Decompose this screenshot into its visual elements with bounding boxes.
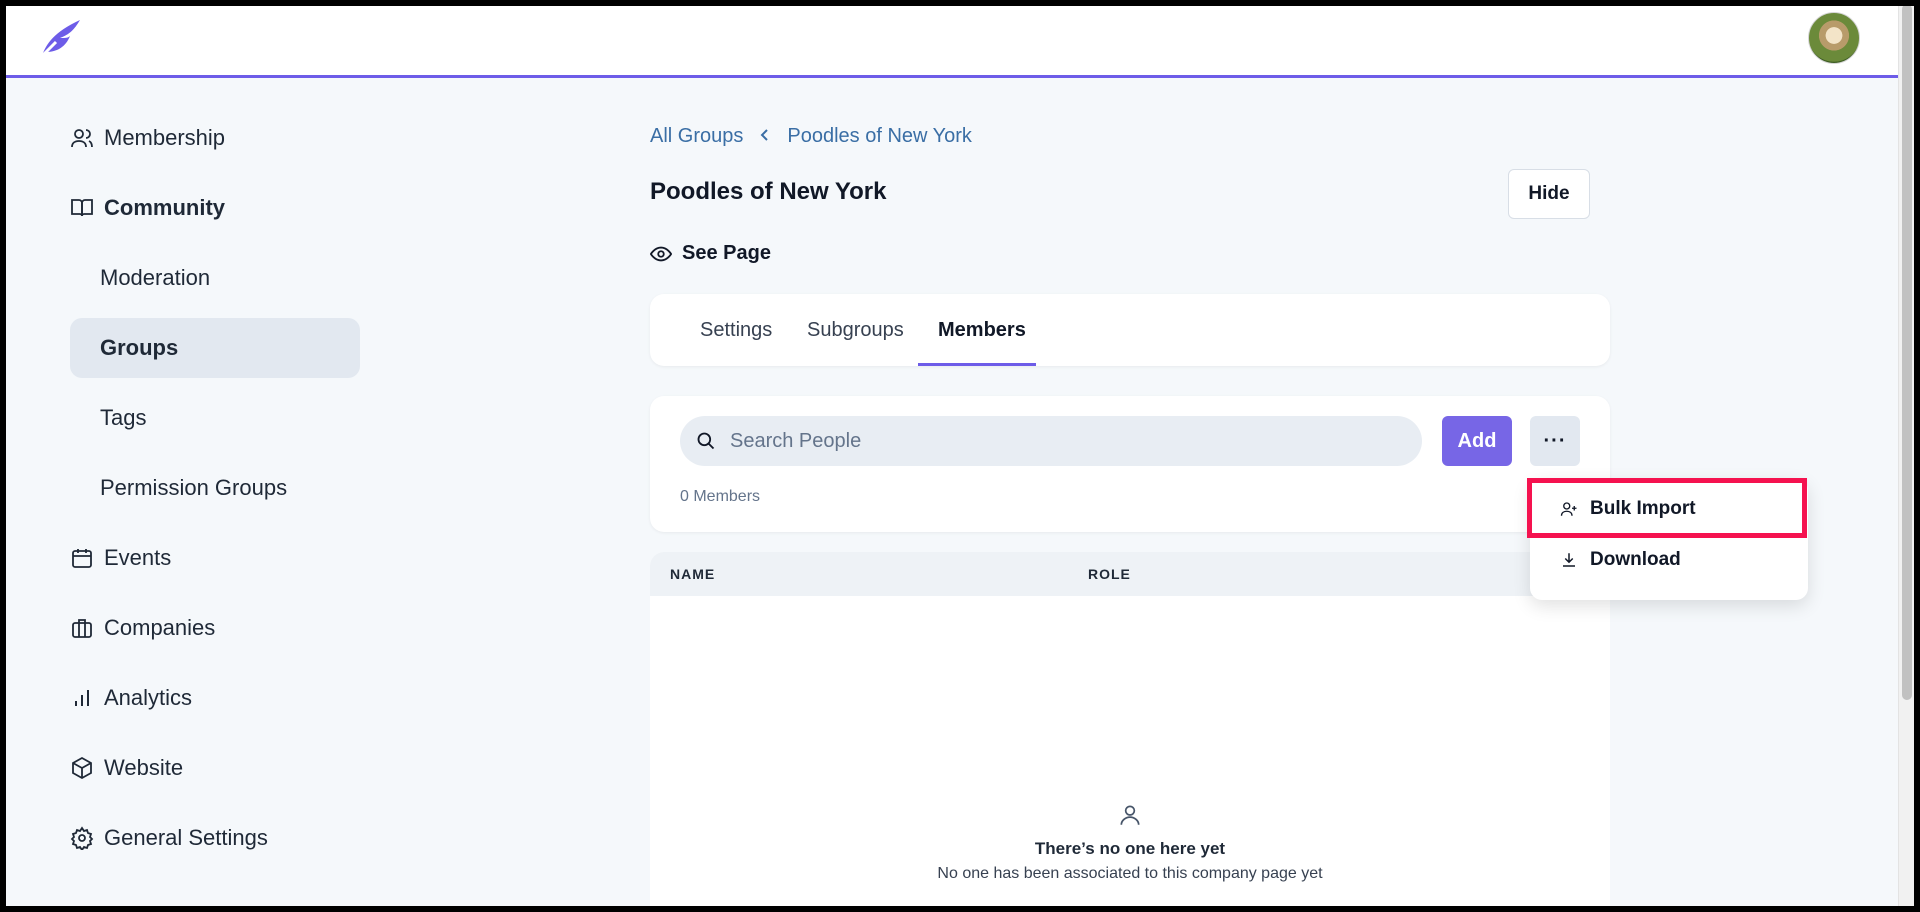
see-page-link[interactable]: See Page bbox=[650, 242, 771, 265]
hide-button[interactable]: Hide bbox=[1508, 169, 1590, 219]
menu-item-label: Bulk Import bbox=[1590, 498, 1696, 519]
tab-bar: Settings Subgroups Members bbox=[650, 294, 1610, 366]
user-icon bbox=[1117, 802, 1143, 828]
sidebar-item-label: Community bbox=[104, 195, 225, 220]
table-header: NAME ROLE bbox=[650, 552, 1610, 596]
members-table: NAME ROLE There’s no one here yet No one… bbox=[650, 552, 1610, 912]
sidebar-item-tags[interactable]: Tags bbox=[70, 388, 360, 448]
column-header-role[interactable]: ROLE bbox=[1088, 566, 1131, 582]
feather-logo-icon[interactable] bbox=[36, 16, 84, 60]
sidebar-item-moderation[interactable]: Moderation bbox=[70, 248, 360, 308]
sidebar-item-groups[interactable]: Groups bbox=[70, 318, 360, 378]
scrollbar-thumb[interactable] bbox=[1902, 4, 1912, 700]
column-header-name[interactable]: NAME bbox=[670, 566, 715, 582]
more-options-button[interactable]: ··· bbox=[1530, 416, 1580, 466]
empty-state: There’s no one here yet No one has been … bbox=[650, 802, 1610, 883]
active-tab-indicator bbox=[918, 363, 1036, 366]
sidebar-item-label: Permission Groups bbox=[100, 475, 288, 500]
gear-icon bbox=[70, 826, 94, 850]
menu-item-bulk-import[interactable]: Bulk Import bbox=[1530, 486, 1808, 532]
user-avatar[interactable] bbox=[1808, 12, 1860, 64]
top-bar bbox=[0, 0, 1898, 78]
download-icon bbox=[1560, 551, 1578, 569]
bar-chart-icon bbox=[70, 686, 94, 710]
menu-item-download[interactable]: Download bbox=[1530, 537, 1808, 583]
sidebar-item-permission-groups[interactable]: Permission Groups bbox=[70, 458, 360, 518]
menu-item-label: Download bbox=[1590, 549, 1681, 570]
search-icon bbox=[696, 431, 716, 451]
empty-state-subtitle: No one has been associated to this compa… bbox=[937, 865, 1323, 882]
tab-settings[interactable]: Settings bbox=[700, 294, 772, 366]
tab-subgroups[interactable]: Subgroups bbox=[807, 294, 904, 366]
breadcrumb-current[interactable]: Poodles of New York bbox=[787, 125, 972, 148]
empty-state-title: There’s no one here yet bbox=[1034, 839, 1226, 858]
member-count: 0 Members bbox=[680, 488, 761, 505]
page-title: Poodles of New York bbox=[650, 178, 887, 205]
sidebar-item-label: Membership bbox=[104, 125, 226, 150]
breadcrumb: All Groups Poodles of New York bbox=[650, 122, 972, 150]
sidebar-item-label: Groups bbox=[100, 335, 179, 360]
sidebar-item-label: General Settings bbox=[104, 825, 268, 850]
breadcrumb-all-groups-link[interactable]: All Groups bbox=[650, 125, 743, 148]
cube-icon bbox=[70, 756, 94, 780]
eye-icon bbox=[650, 243, 672, 265]
members-toolbar: Add ··· 0 Members bbox=[650, 396, 1610, 532]
sidebar-item-companies[interactable]: Companies bbox=[70, 598, 360, 658]
sidebar-item-events[interactable]: Events bbox=[70, 528, 360, 588]
sidebar-item-community[interactable]: Community bbox=[70, 178, 360, 238]
chevron-left-icon bbox=[759, 126, 771, 147]
sidebar-item-website[interactable]: Website bbox=[70, 738, 360, 798]
book-open-icon bbox=[70, 196, 94, 220]
sidebar-item-label: Moderation bbox=[100, 265, 211, 290]
add-button[interactable]: Add bbox=[1442, 416, 1512, 466]
page-scrollbar[interactable] bbox=[1898, 0, 1914, 906]
sidebar-item-label: Events bbox=[104, 545, 172, 570]
sidebar-item-label: Website bbox=[104, 755, 184, 780]
briefcase-icon bbox=[70, 616, 94, 640]
search-input[interactable] bbox=[730, 429, 1370, 453]
user-plus-icon bbox=[1560, 500, 1578, 518]
sidebar-item-membership[interactable]: Membership bbox=[70, 108, 360, 168]
sidebar-item-general-settings[interactable]: General Settings bbox=[70, 808, 360, 868]
see-page-label: See Page bbox=[682, 242, 771, 264]
calendar-icon bbox=[70, 546, 94, 570]
tab-members[interactable]: Members bbox=[938, 294, 1026, 366]
search-bar[interactable] bbox=[680, 416, 1422, 466]
more-options-menu: Bulk Import Download bbox=[1530, 478, 1808, 600]
sidebar-item-label: Analytics bbox=[104, 685, 193, 710]
sidebar-item-label: Tags bbox=[100, 405, 147, 430]
sidebar-item-label: Companies bbox=[104, 615, 216, 640]
sidebar-item-analytics[interactable]: Analytics bbox=[70, 668, 360, 728]
users-icon bbox=[70, 126, 94, 150]
